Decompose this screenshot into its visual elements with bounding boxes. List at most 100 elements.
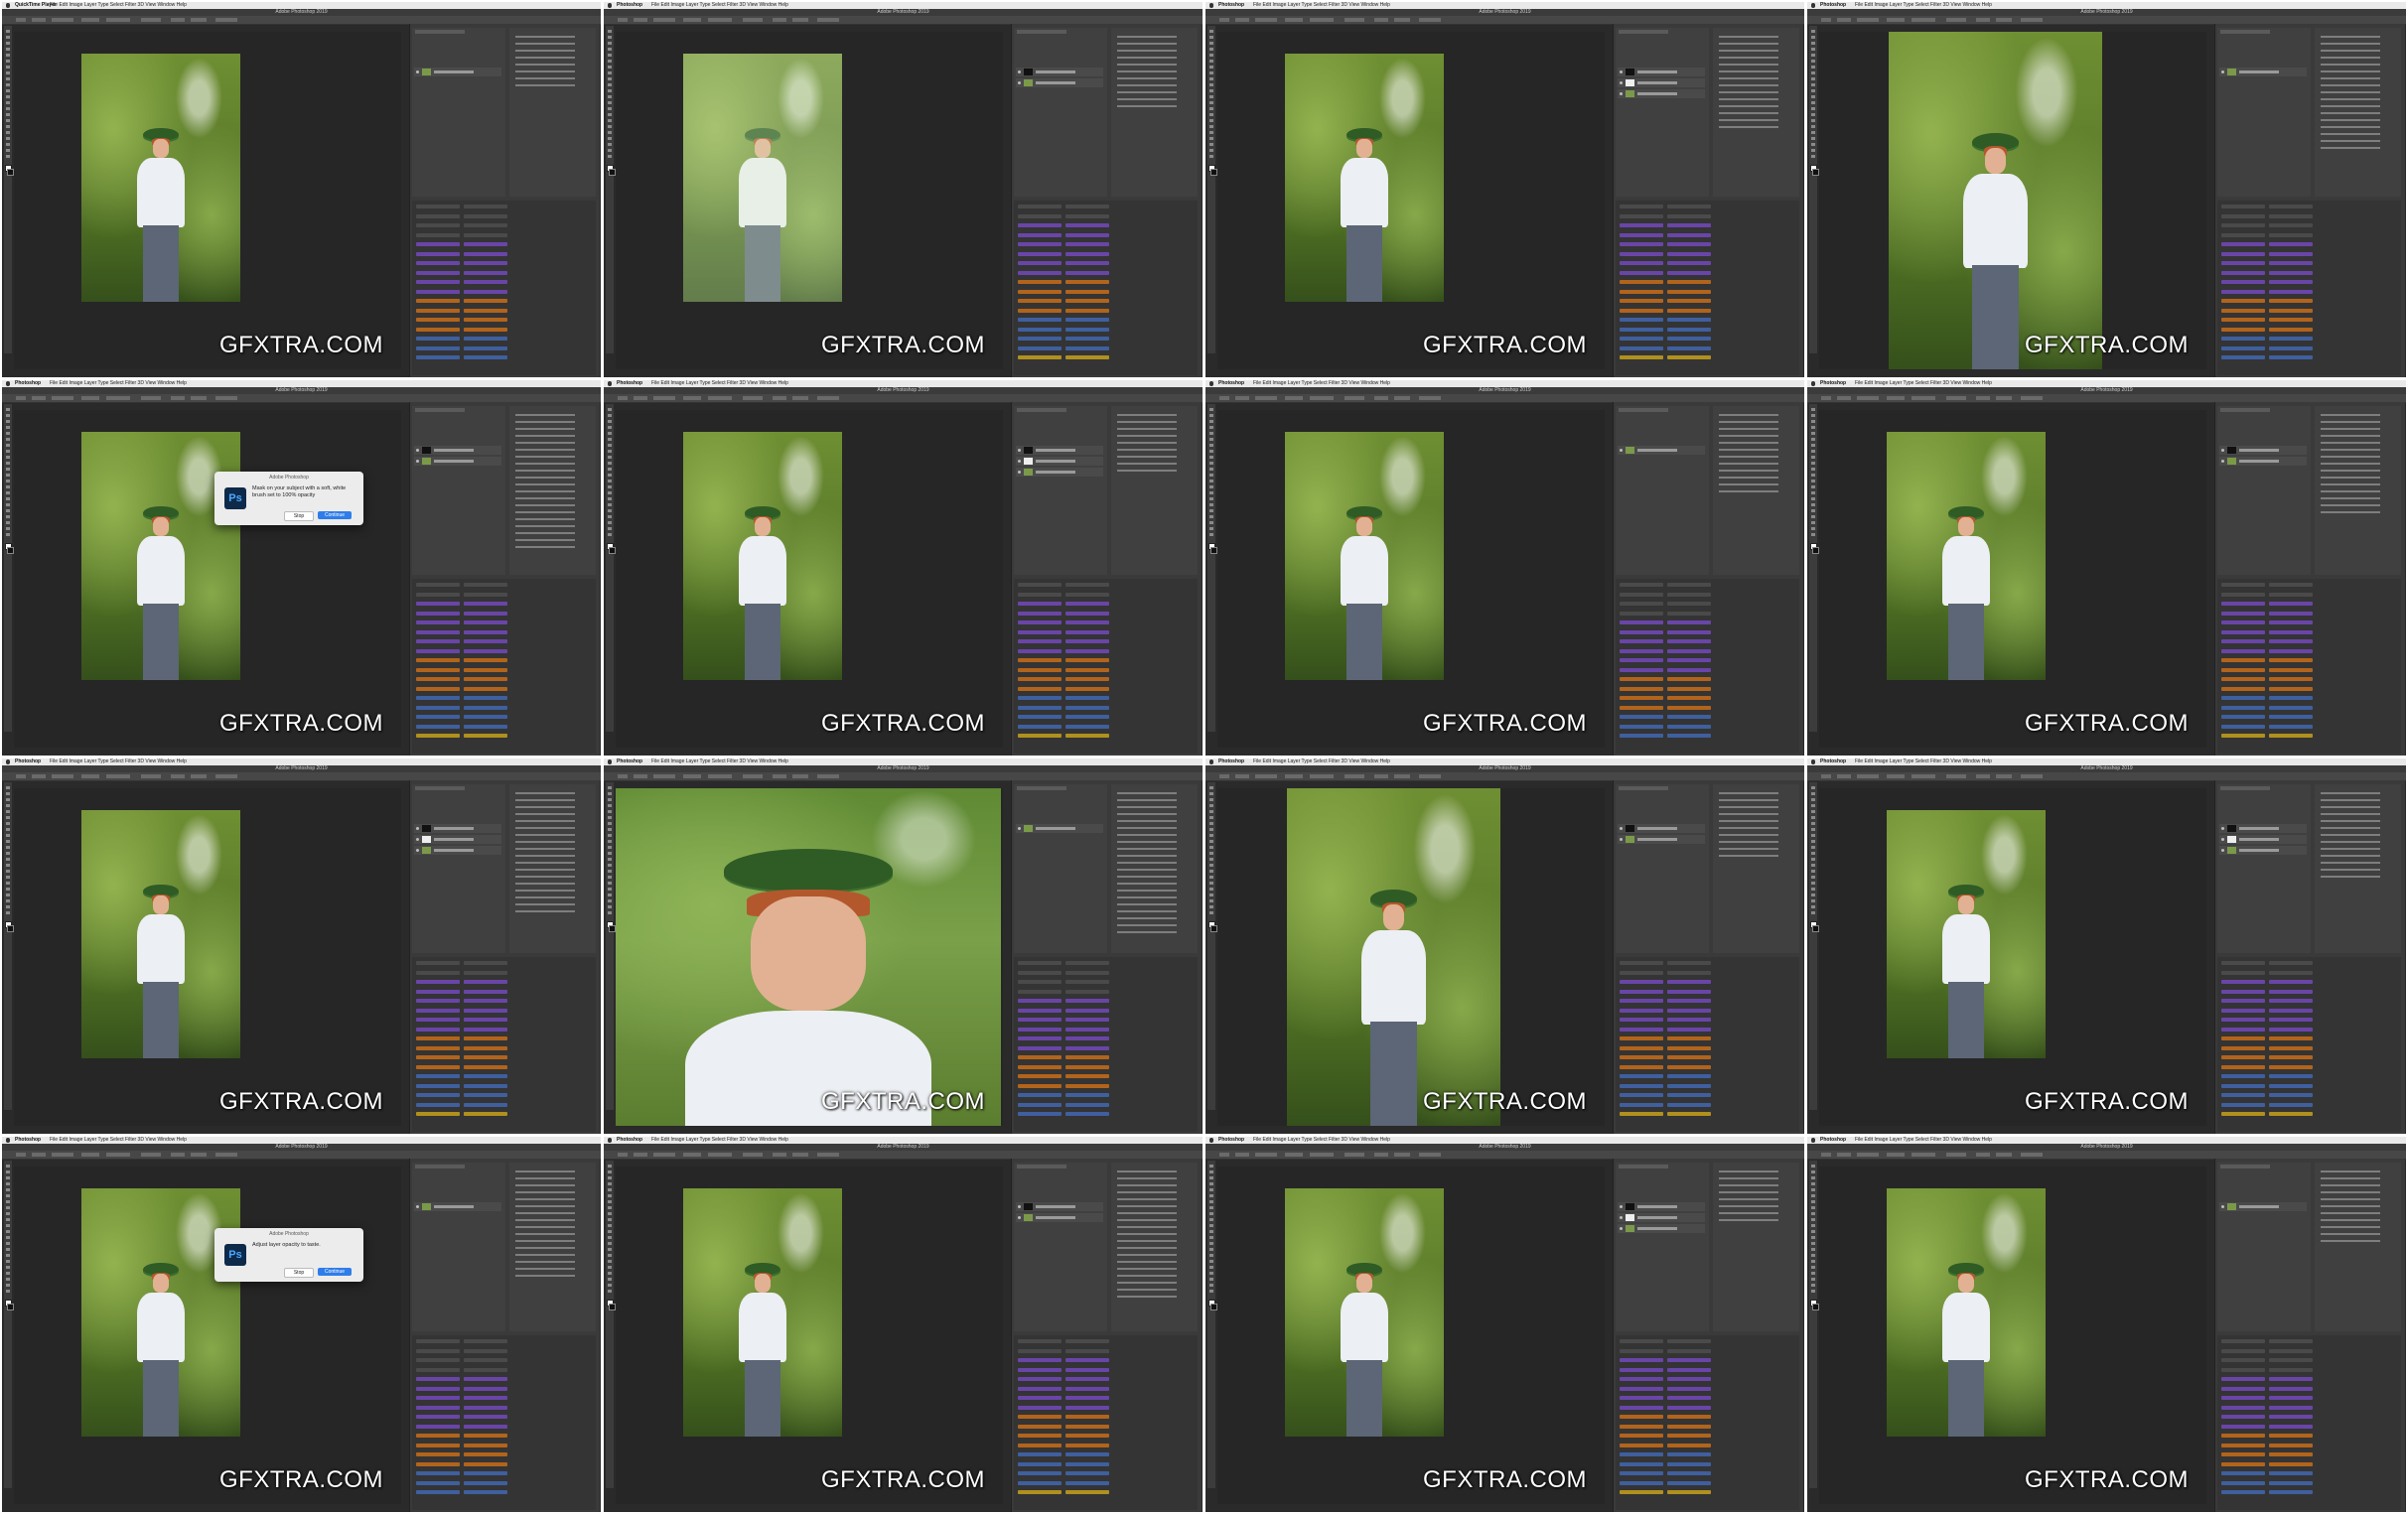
action-button[interactable] [1065,289,1109,294]
action-button[interactable] [2221,1348,2265,1353]
history-state[interactable] [515,77,575,79]
history-state[interactable] [515,820,575,822]
tool-icon[interactable] [608,71,612,74]
history-state[interactable] [2321,848,2380,850]
action-button[interactable] [1667,205,1711,208]
option-control[interactable] [1235,18,1249,22]
action-button[interactable] [1065,648,1109,653]
tool-icon[interactable] [6,438,10,441]
action-button[interactable] [464,1443,507,1447]
tool-icon[interactable] [608,155,612,158]
history-state[interactable] [1117,1226,1177,1228]
tool-icon[interactable] [1209,48,1213,51]
tool-icon[interactable] [608,95,612,98]
action-button[interactable] [464,223,507,227]
option-control[interactable] [81,1153,99,1157]
action-button[interactable] [1667,213,1711,218]
option-control[interactable] [792,1153,808,1157]
action-button[interactable] [1667,1027,1711,1032]
history-state[interactable] [1117,463,1177,465]
tool-icon[interactable] [6,491,10,494]
layer-row[interactable] [414,68,501,76]
history-state[interactable] [1117,57,1177,59]
tool-icon[interactable] [1209,1170,1213,1173]
tool-icon[interactable] [608,870,612,873]
history-state[interactable] [1719,43,1778,45]
action-button[interactable] [2221,1036,2265,1040]
history-state[interactable] [515,463,575,465]
action-button[interactable] [1065,989,1109,994]
menu-items[interactable]: File Edit Image Layer Type Select Filter… [1253,758,1390,765]
tool-icon[interactable] [608,1260,612,1263]
action-button[interactable] [1065,1461,1109,1466]
history-state[interactable] [1117,1219,1177,1221]
tool-icon[interactable] [1811,408,1815,411]
action-button[interactable] [2221,620,2265,624]
action-button[interactable] [1620,1018,1663,1022]
tool-icon[interactable] [6,149,10,152]
option-control[interactable] [792,774,808,778]
tool-icon[interactable] [1209,119,1213,122]
action-button[interactable] [464,1083,507,1088]
tool-icon[interactable] [608,846,612,849]
action-button[interactable] [1620,1045,1663,1050]
action-button[interactable] [1065,1008,1109,1013]
action-button[interactable] [2221,280,2265,284]
tool-icon[interactable] [6,882,10,885]
action-button[interactable] [1065,970,1109,975]
option-control[interactable] [16,774,26,778]
history-state[interactable] [1719,98,1778,100]
history-state[interactable] [1117,50,1177,52]
option-control[interactable] [653,774,675,778]
layers-tab[interactable] [415,408,465,412]
history-state[interactable] [1117,903,1177,905]
tool-icon[interactable] [1209,60,1213,63]
tool-icon[interactable] [1209,30,1213,33]
action-button[interactable] [1065,213,1109,218]
action-button[interactable] [2269,1424,2313,1429]
tool-icon[interactable] [6,810,10,813]
action-button[interactable] [2221,696,2265,700]
action-button[interactable] [1065,1045,1109,1050]
option-control[interactable] [16,1153,26,1157]
history-state[interactable] [2321,497,2380,499]
history-state[interactable] [1117,792,1177,794]
action-button[interactable] [464,1036,507,1040]
layer-row[interactable] [1016,468,1103,477]
option-control[interactable] [1235,396,1249,400]
option-control[interactable] [1946,18,1966,22]
layer-row[interactable] [414,1202,501,1211]
action-button[interactable] [416,251,460,256]
action-button[interactable] [1065,1443,1109,1447]
tool-icon[interactable] [1811,485,1815,488]
action-button[interactable] [2221,1396,2265,1400]
history-state[interactable] [1117,1275,1177,1277]
layer-row[interactable] [1618,446,1705,455]
apple-icon[interactable] [1209,1138,1213,1143]
action-button[interactable] [2221,242,2265,246]
tool-icon[interactable] [608,834,612,837]
action-button[interactable] [464,1405,507,1410]
action-button[interactable] [1667,1443,1711,1447]
option-control[interactable] [1255,18,1277,22]
history-state[interactable] [2321,1240,2380,1242]
tool-icon[interactable] [1209,852,1213,855]
history-state[interactable] [1117,820,1177,822]
action-button[interactable] [2221,299,2265,303]
eye-icon[interactable] [1620,1205,1623,1208]
option-control[interactable] [1976,1153,1990,1157]
action-button[interactable] [1667,251,1711,256]
tool-icon[interactable] [608,1266,612,1269]
layer-row[interactable] [1016,824,1103,833]
option-control[interactable] [708,18,732,22]
action-button[interactable] [464,961,507,965]
history-state[interactable] [515,1191,575,1193]
tool-icon[interactable] [608,1290,612,1293]
tool-icon[interactable] [608,491,612,494]
option-control[interactable] [743,774,763,778]
action-button[interactable] [1667,648,1711,653]
tool-icon[interactable] [1811,107,1815,110]
apple-icon[interactable] [1209,759,1213,764]
tool-icon[interactable] [1209,468,1213,471]
app-menu-name[interactable]: Photoshop [1820,2,1846,9]
